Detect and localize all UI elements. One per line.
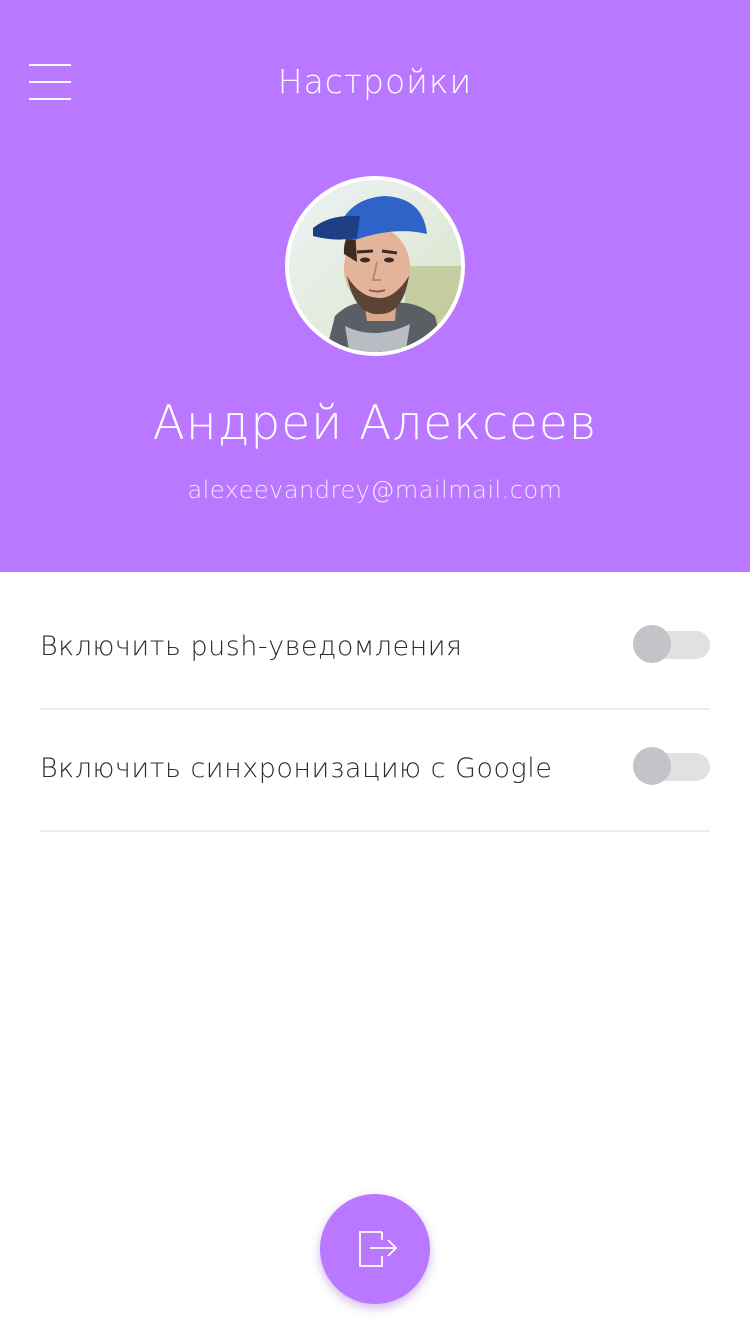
profile-header: Настройки Андрей Алексеев alexeevandrey@…: [0, 0, 750, 572]
push-notifications-toggle[interactable]: [633, 625, 710, 663]
toggle-knob: [633, 625, 671, 663]
toggle-knob: [633, 747, 671, 785]
settings-list: Включить push-уведомления Включить синхр…: [40, 588, 710, 832]
avatar[interactable]: [285, 176, 465, 356]
user-email: alexeevandrey@mailmail.com: [187, 476, 563, 504]
page-title: Настройки: [277, 62, 473, 101]
setting-label: Включить push-уведомления: [40, 631, 463, 662]
logout-icon: [359, 1231, 398, 1267]
user-name: Андрей Алексеев: [152, 396, 598, 451]
setting-label: Включить синхронизацию с Google: [40, 753, 553, 784]
google-sync-toggle[interactable]: [633, 747, 710, 785]
setting-row-push: Включить push-уведомления: [40, 588, 710, 710]
settings-screen: Настройки Андрей Алексеев alexeevandrey@…: [0, 0, 750, 1334]
logout-button[interactable]: [320, 1194, 430, 1304]
avatar-image: [289, 180, 461, 352]
setting-row-google-sync: Включить синхронизацию с Google: [40, 710, 710, 832]
